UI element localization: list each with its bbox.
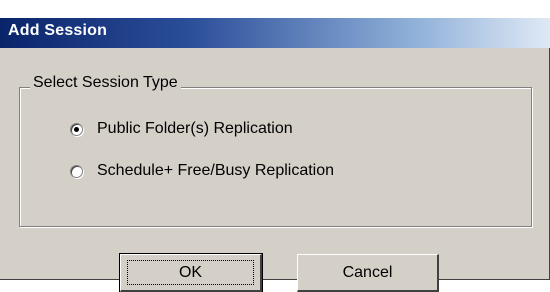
cancel-button-label: Cancel [342,263,393,281]
session-type-legend: Select Session Type [30,74,181,92]
radio-button-icon[interactable] [70,164,83,178]
cancel-button[interactable]: Cancel [297,254,439,292]
ok-button-label: OK [178,263,203,281]
radio-schedule-free-busy-replication[interactable]: Schedule+ Free/Busy Replication [70,159,334,183]
radio-selected-dot-icon [74,126,79,132]
add-session-dialog: Add Session Select Session Type Public F… [0,18,550,292]
ok-button[interactable]: OK [119,253,263,292]
title-bar[interactable]: Add Session [0,18,550,48]
radio-label-schedule-free-busy: Schedule+ Free/Busy Replication [97,162,335,179]
radio-button-icon[interactable] [70,122,83,136]
window-title: Add Session [8,22,108,39]
radio-label-public-folder: Public Folder(s) Replication [97,120,293,137]
session-type-groupbox [19,87,532,227]
radio-public-folder-replication[interactable]: Public Folder(s) Replication [70,117,293,141]
